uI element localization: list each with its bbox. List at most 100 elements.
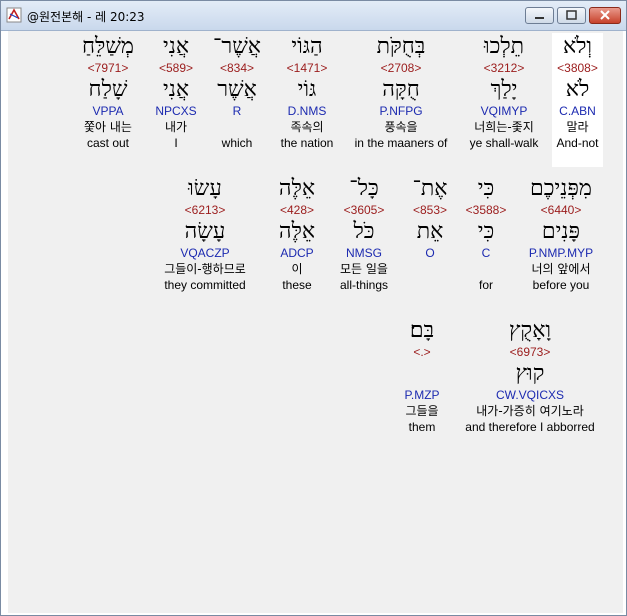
grammar-code: R — [232, 104, 242, 118]
korean-gloss: 풍속을 — [384, 120, 418, 134]
english-gloss: which — [221, 136, 253, 150]
korean-gloss — [405, 261, 455, 278]
word-cell[interactable]: מִפְּנֵיכֶם <6440> פָּנִים P.NMP.MYP 너의 … — [517, 175, 605, 309]
korean-gloss: 이 — [291, 262, 303, 276]
korean-gloss — [461, 261, 511, 278]
minimize-button[interactable] — [525, 7, 554, 24]
close-button[interactable] — [589, 7, 621, 24]
hebrew-lemma — [395, 359, 449, 388]
hebrew-lemma: כִּי — [477, 219, 495, 244]
strong-number[interactable]: <2708> — [346, 61, 456, 75]
strong-number[interactable]: <6440> — [517, 203, 605, 217]
strong-number[interactable]: <853> — [405, 203, 455, 217]
english-gloss: these — [282, 278, 312, 292]
english-gloss: the nation — [280, 136, 334, 150]
word-cell[interactable]: וְלֹא <3808> לֹא C.ABN 말라 And-not — [552, 33, 603, 167]
english-gloss: and therefore I abborred — [465, 420, 595, 434]
hebrew-word: בָּם׃ — [409, 318, 435, 343]
english-gloss — [405, 278, 455, 293]
grammar-code: VPPA — [92, 104, 124, 118]
korean-gloss: 내가 — [164, 120, 188, 134]
grammar-code: ADCP — [280, 246, 314, 260]
english-gloss: in the maaners of — [354, 136, 448, 150]
korean-gloss: 족속의 — [290, 120, 324, 134]
hebrew-word: מִפְּנֵיכֶם — [530, 176, 592, 201]
korean-gloss: 그들을 — [405, 404, 439, 418]
hebrew-lemma: שָׁלַח — [88, 77, 128, 102]
grammar-code: D.NMS — [287, 104, 327, 118]
hebrew-word: כָּל־ — [349, 176, 379, 201]
grammar-code: P.MZP — [404, 388, 440, 402]
hebrew-lemma: אֵלֶּה — [278, 219, 316, 244]
english-gloss: all-things — [339, 278, 389, 292]
hebrew-word: כִּי — [477, 176, 495, 201]
hebrew-word: אֲנִי — [162, 34, 190, 59]
strong-number[interactable]: <6213> — [146, 203, 264, 217]
hebrew-word: וָאָקֻץ — [508, 318, 552, 343]
word-cell[interactable]: אֵלֶּה <428> אֵלֶּה ADCP 이 these — [270, 175, 324, 309]
hebrew-word: וְלֹא — [562, 34, 593, 59]
word-cell[interactable]: וָאָקֻץ <6973> קוּץ CW.VQICXS 내가-가증히 여기노… — [457, 317, 603, 451]
hebrew-lemma: קוּץ — [515, 361, 545, 386]
hebrew-word: אֲשֶׁר־ — [212, 34, 261, 59]
word-cell[interactable]: אֲשֶׁר־ <834> אֲשֶׁר R which — [211, 33, 263, 167]
grammar-code: CW.VQICXS — [495, 388, 564, 402]
strong-number[interactable]: <3808> — [552, 61, 603, 75]
english-gloss: them — [408, 420, 436, 434]
grammar-code: P.NFPG — [379, 104, 423, 118]
english-gloss: before you — [532, 278, 590, 292]
english-gloss: cast out — [86, 136, 130, 150]
strong-number[interactable]: <428> — [270, 203, 324, 217]
grammar-code: NMSG — [346, 246, 382, 260]
hebrew-lemma: יָלַךְ — [490, 77, 518, 102]
word-cell[interactable]: כָּל־ <3605> כֹּל NMSG 모든 일을 all-things — [330, 175, 398, 309]
grammar-code: O — [425, 246, 435, 260]
window-title: @원전본해 - 레 20:23 — [27, 10, 145, 24]
hebrew-word: בְּחֻקֹּת — [376, 34, 426, 59]
hebrew-lemma: פָּנִים — [541, 219, 581, 244]
interlinear-view[interactable]: וְלֹא <3808> לֹא C.ABN 말라 And-not תֵלְכו… — [4, 31, 623, 613]
maximize-button[interactable] — [557, 7, 586, 24]
app-logo-icon — [6, 7, 22, 23]
word-cell[interactable]: עָשׂוּ <6213> עָשָׂה VQACZP 그들이-행하므로 the… — [146, 175, 264, 309]
app-window: @원전본해 - 레 20:23 וְלֹא <3808> לֹא C.ABN 말… — [0, 0, 627, 616]
left-gutter — [4, 31, 8, 613]
word-cell[interactable]: בְּחֻקֹּת <2708> חֻקָּה P.NFPG 풍속을 in th… — [346, 33, 456, 167]
strong-number[interactable]: <.> — [395, 345, 449, 359]
korean-gloss: 모든 일을 — [340, 262, 388, 276]
strong-number[interactable]: <589> — [150, 61, 202, 75]
word-cell[interactable]: כִּי <3588> כִּי C for — [461, 175, 511, 309]
word-cell[interactable]: בָּם׃ <.> P.MZP 그들을 them — [395, 317, 449, 451]
grammar-code: C.ABN — [559, 104, 596, 118]
strong-number[interactable]: <3605> — [330, 203, 398, 217]
korean-gloss: 너희는-좇지 — [474, 120, 534, 134]
strong-number[interactable]: <6973> — [457, 345, 603, 359]
word-cell[interactable]: מְשַׁלֵּחַ <7971> שָׁלַח VPPA 쫓아 내는 cast… — [72, 33, 144, 167]
korean-gloss: 말라 — [566, 120, 589, 134]
word-cell[interactable]: אֲנִי <589> אֲנִי NPCXS 내가 I — [150, 33, 202, 167]
korean-gloss: 내가-가증히 여기노라 — [476, 404, 584, 418]
hebrew-lemma: גּוֹי — [297, 77, 317, 102]
strong-number[interactable]: <834> — [211, 61, 263, 75]
strong-number[interactable]: <3588> — [461, 203, 511, 217]
hebrew-word: מְשַׁלֵּחַ — [82, 34, 134, 59]
strong-number[interactable]: <3212> — [462, 61, 546, 75]
korean-gloss: 쫓아 내는 — [84, 120, 132, 134]
strong-number[interactable]: <7971> — [72, 61, 144, 75]
english-gloss: ye shall-walk — [469, 136, 539, 150]
word-cell[interactable]: אֶת־ <853> אֵת O — [405, 175, 455, 309]
hebrew-lemma: עָשָׂה — [184, 219, 226, 244]
strong-number[interactable]: <1471> — [275, 61, 339, 75]
maximize-icon — [566, 10, 577, 20]
grammar-code: VQIMYP — [480, 104, 528, 118]
hebrew-lemma: אֵת — [416, 219, 444, 244]
english-gloss: for — [478, 278, 493, 292]
hebrew-lemma: לֹא — [565, 77, 590, 102]
word-cell[interactable]: תֵלְכוּ <3212> יָלַךְ VQIMYP 너희는-좇지 ye s… — [462, 33, 546, 167]
word-cell[interactable]: הַגּוֹי <1471> גּוֹי D.NMS 족속의 the natio… — [275, 33, 339, 167]
title-bar[interactable]: @원전본해 - 레 20:23 — [1, 1, 626, 31]
hebrew-word: אֶת־ — [412, 176, 448, 201]
hebrew-word: תֵלְכוּ — [483, 34, 525, 59]
english-gloss: And-not — [556, 136, 599, 150]
grammar-code: C — [481, 246, 491, 260]
